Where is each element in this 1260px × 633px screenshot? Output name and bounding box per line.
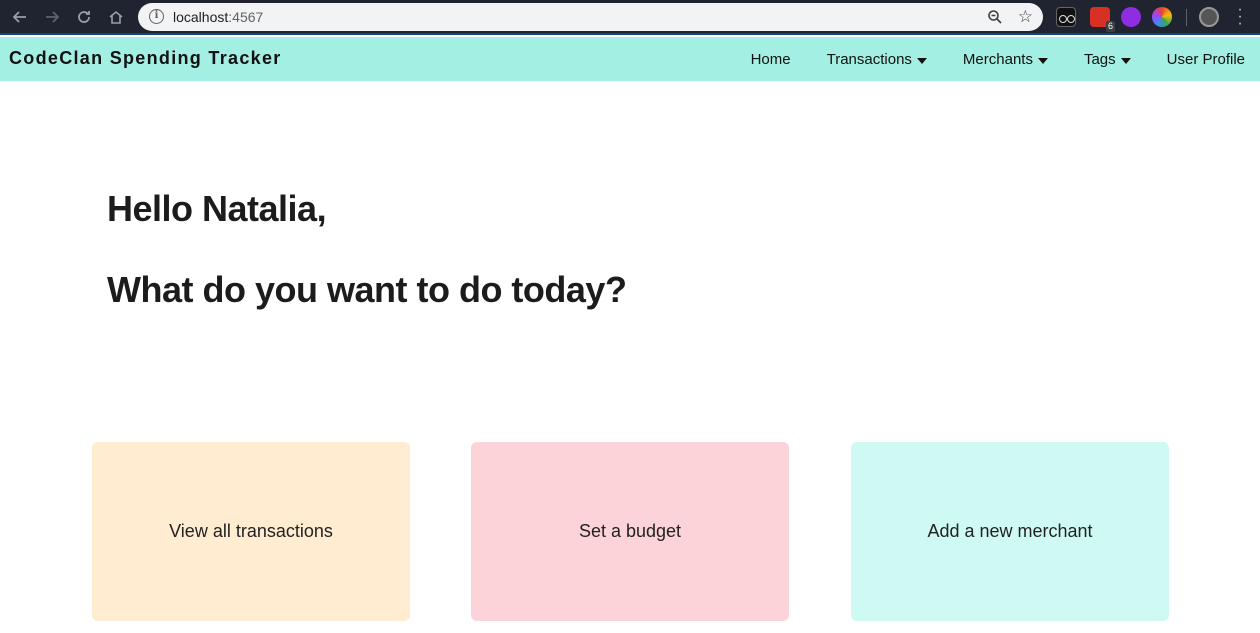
profile-avatar[interactable] [1199, 7, 1219, 27]
glasses-extension-icon[interactable] [1056, 7, 1076, 27]
url-text: localhost:4567 [173, 9, 263, 25]
nav-merchants[interactable]: Merchants [963, 51, 1048, 68]
nav-home-label: Home [750, 50, 791, 68]
caret-down-icon [1037, 57, 1048, 64]
info-icon[interactable]: i [149, 9, 164, 24]
nav-user-profile-label: User Profile [1166, 50, 1245, 68]
browser-menu-icon[interactable]: · · · [1235, 2, 1245, 32]
add-merchant-label: Add a new merchant [927, 521, 1093, 541]
nav-user-profile[interactable]: User Profile [1167, 51, 1245, 68]
set-budget-label: Set a budget [578, 521, 682, 541]
greeting-heading: Hello Natalia, [107, 188, 327, 229]
nav-home[interactable]: Home [751, 51, 791, 68]
nav-merchants-label: Merchants [962, 50, 1033, 68]
back-arrow-icon[interactable] [9, 6, 31, 28]
caret-down-icon [916, 57, 927, 64]
home-icon[interactable] [105, 6, 127, 28]
forward-arrow-icon[interactable] [41, 6, 63, 28]
zoom-icon[interactable] [987, 9, 1003, 25]
reload-icon[interactable] [73, 6, 95, 28]
browser-toolbar: i localhost:4567 ☆ 6 · · · [0, 0, 1260, 35]
purple-extension-icon[interactable] [1121, 7, 1141, 27]
address-bar[interactable]: i localhost:4567 ☆ [138, 3, 1043, 31]
view-transactions-card[interactable]: View all transactions [92, 442, 410, 621]
main-nav: Home Transactions Merchants Tags User Pr… [715, 37, 1245, 81]
app-title[interactable]: CodeClan Spending Tracker [9, 48, 282, 69]
nav-transactions[interactable]: Transactions [827, 51, 927, 68]
extension-badge: 6 [1105, 21, 1115, 32]
url-host: localhost [173, 9, 229, 25]
url-port: :4567 [228, 9, 264, 25]
add-merchant-card[interactable]: Add a new merchant [851, 442, 1169, 621]
nav-transactions-label: Transactions [826, 50, 912, 68]
nav-tags[interactable]: Tags [1084, 51, 1131, 68]
nav-tags-label: Tags [1083, 50, 1116, 68]
color-wheel-extension-icon[interactable] [1152, 7, 1172, 27]
app-header: CodeClan Spending Tracker Home Transacti… [0, 37, 1260, 81]
calendar-extension-icon[interactable]: 6 [1090, 7, 1115, 32]
set-budget-card[interactable]: Set a budget [471, 442, 789, 621]
caret-down-icon [1120, 57, 1131, 64]
bookmark-star-icon[interactable]: ☆ [1018, 7, 1033, 27]
question-heading: What do you want to do today? [107, 269, 627, 310]
toolbar-divider [1186, 9, 1187, 26]
view-transactions-label: View all transactions [169, 521, 333, 541]
